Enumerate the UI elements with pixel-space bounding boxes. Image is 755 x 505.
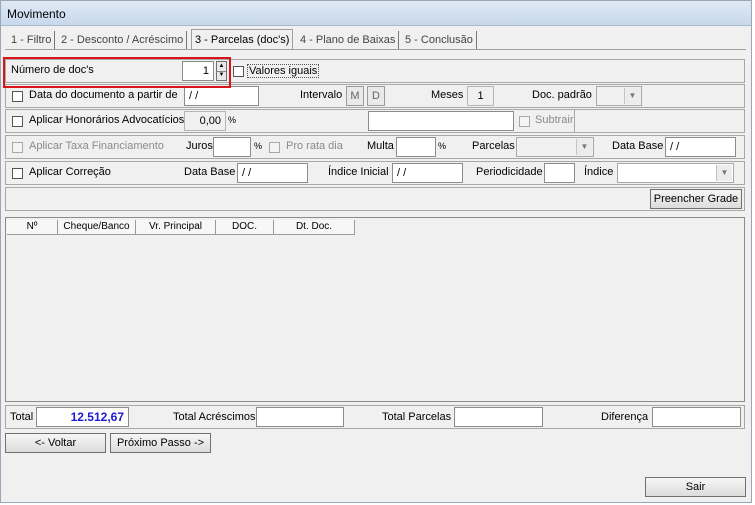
data-documento-input[interactable]: / / bbox=[184, 86, 259, 106]
row-taxa-financiamento: Aplicar Taxa Financiamento Juros % Pro r… bbox=[5, 135, 745, 159]
doc-padrao-select[interactable]: ▼ bbox=[596, 86, 642, 106]
correcao-data-base-input[interactable]: / / bbox=[237, 163, 308, 183]
total-parcelas-input[interactable] bbox=[454, 407, 543, 427]
intervalo-d-button[interactable]: D bbox=[367, 86, 385, 106]
grid-header-numero[interactable]: Nº bbox=[7, 220, 58, 235]
data-documento-label: Data do documento a partir de bbox=[29, 89, 178, 101]
total-value: 12.512,67 bbox=[36, 407, 129, 427]
periodicidade-input[interactable] bbox=[544, 163, 575, 183]
honorarios-label: Aplicar Honorários Advocatícios bbox=[29, 114, 185, 126]
chevron-down-icon: ▼ bbox=[576, 139, 592, 155]
total-label: Total bbox=[10, 411, 34, 423]
sair-button[interactable]: Sair bbox=[645, 477, 746, 497]
honorarios-checkbox[interactable] bbox=[12, 116, 23, 127]
taxa-financiamento-label: Aplicar Taxa Financiamento bbox=[29, 140, 164, 152]
valores-iguais-checkbox[interactable] bbox=[233, 66, 244, 77]
total-acrescimos-input[interactable] bbox=[256, 407, 344, 427]
multa-input[interactable] bbox=[396, 137, 436, 157]
honorarios-percent-label: % bbox=[228, 115, 237, 125]
movimento-window: Movimento 1 - Filtro 2 - Desconto / Acré… bbox=[0, 0, 752, 503]
title-bar: Movimento bbox=[1, 1, 751, 26]
intervalo-label: Intervalo bbox=[300, 89, 343, 101]
diferenca-label: Diferença bbox=[601, 411, 649, 423]
tab-plano-de-baixas[interactable]: 4 - Plano de Baixas bbox=[297, 31, 400, 49]
meses-input[interactable]: 1 bbox=[467, 86, 494, 106]
meses-label: Meses bbox=[431, 89, 464, 101]
intervalo-m-button[interactable]: M bbox=[346, 86, 364, 106]
juros-input[interactable] bbox=[213, 137, 251, 157]
multa-label: Multa bbox=[367, 140, 394, 152]
periodicidade-label: Periodicidade bbox=[476, 166, 543, 178]
row-divider bbox=[574, 110, 575, 132]
row-honorarios: Aplicar Honorários Advocatícios 0,00 % S… bbox=[5, 109, 745, 133]
honorarios-description-input[interactable] bbox=[368, 111, 514, 131]
grid-header-cheque-banco[interactable]: Cheque/Banco bbox=[58, 220, 136, 235]
data-documento-checkbox[interactable] bbox=[12, 91, 23, 102]
window-title: Movimento bbox=[7, 7, 66, 21]
grid-header-doc[interactable]: DOC. bbox=[216, 220, 274, 235]
tab-parcelas[interactable]: 3 - Parcelas (doc's) bbox=[191, 29, 294, 50]
taxa-financiamento-checkbox[interactable] bbox=[12, 142, 23, 153]
parcelas-select[interactable]: ▼ bbox=[516, 137, 594, 157]
pro-rata-dia-label: Pro rata dia bbox=[286, 140, 343, 152]
doc-padrao-label: Doc. padrão bbox=[532, 89, 592, 101]
parcelas-grid[interactable]: Nº Cheque/Banco Vr. Principal DOC. Dt. D… bbox=[5, 217, 745, 402]
total-parcelas-label: Total Parcelas bbox=[382, 411, 452, 423]
chevron-down-icon: ▼ bbox=[624, 88, 640, 104]
preencher-grade-button[interactable]: Preencher Grade bbox=[650, 189, 742, 209]
diferenca-input[interactable] bbox=[652, 407, 741, 427]
grid-header-dt-doc[interactable]: Dt. Doc. bbox=[274, 220, 355, 235]
correcao-label: Aplicar Correção bbox=[29, 166, 111, 178]
row-correcao: Aplicar Correção Data Base / / Índice In… bbox=[5, 161, 745, 185]
subtrair-label: Subtrair bbox=[535, 114, 574, 126]
honorarios-input[interactable]: 0,00 bbox=[184, 111, 226, 131]
subtrair-checkbox[interactable] bbox=[519, 116, 530, 127]
juros-percent-label: % bbox=[254, 141, 263, 151]
chevron-down-icon: ▼ bbox=[716, 165, 732, 181]
pro-rata-dia-checkbox[interactable] bbox=[269, 142, 280, 153]
tab-filtro[interactable]: 1 - Filtro bbox=[8, 31, 56, 49]
proximo-passo-button[interactable]: Próximo Passo -> bbox=[110, 433, 211, 453]
total-acrescimos-label: Total Acréscimos bbox=[173, 411, 256, 423]
correcao-checkbox[interactable] bbox=[12, 168, 23, 179]
voltar-button[interactable]: <- Voltar bbox=[5, 433, 106, 453]
highlight-box bbox=[3, 57, 231, 88]
indice-inicial-input[interactable]: / / bbox=[392, 163, 463, 183]
juros-label: Juros bbox=[186, 140, 213, 152]
data-base-input[interactable]: / / bbox=[665, 137, 736, 157]
totals-panel: Total 12.512,67 Total Acréscimos Total P… bbox=[5, 405, 745, 429]
valores-iguais-label: Valores iguais bbox=[247, 64, 320, 78]
data-base-label: Data Base bbox=[612, 140, 664, 152]
tab-desconto-acrescimo[interactable]: 2 - Desconto / Acréscimo bbox=[58, 31, 188, 49]
multa-percent-label: % bbox=[438, 141, 447, 151]
correcao-data-base-label: Data Base bbox=[184, 166, 236, 178]
indice-inicial-label: Índice Inicial bbox=[328, 166, 389, 178]
tab-divider bbox=[5, 49, 746, 50]
preencher-grade-panel: Preencher Grade bbox=[5, 187, 745, 211]
parcelas-label: Parcelas bbox=[472, 140, 515, 152]
tab-conclusao[interactable]: 5 - Conclusão bbox=[402, 31, 477, 49]
indice-label: Índice bbox=[584, 166, 614, 178]
grid-header-vr-principal[interactable]: Vr. Principal bbox=[136, 220, 216, 235]
indice-select[interactable]: ▼ bbox=[617, 163, 734, 183]
